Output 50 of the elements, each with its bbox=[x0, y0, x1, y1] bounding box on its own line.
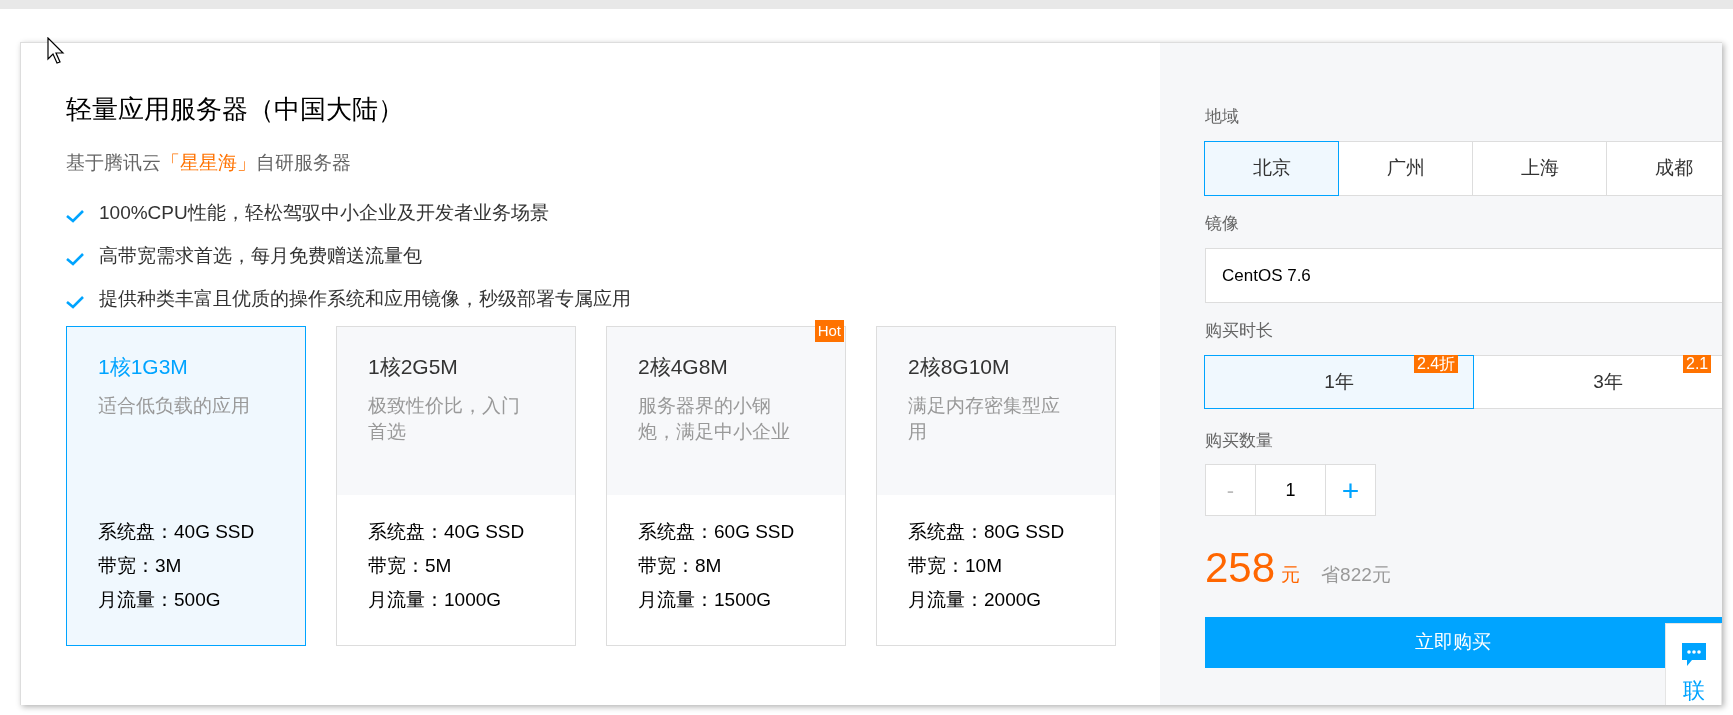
feature-text: 高带宽需求首选，每月免费赠送流量包 bbox=[99, 243, 422, 268]
check-icon bbox=[66, 209, 84, 223]
chat-icon bbox=[1679, 642, 1708, 668]
price-unit: 元 bbox=[1281, 562, 1301, 587]
plan-description: 满足内存密集型应用 bbox=[908, 394, 1061, 444]
spec-text: 月流量：1000G bbox=[368, 588, 503, 612]
spec-text: 系统盘：40G SSD bbox=[98, 520, 256, 544]
feature-text: 提供种类丰富且优质的操作系统和应用镜像，秒级部署专属应用 bbox=[99, 286, 631, 311]
check-icon bbox=[66, 295, 84, 309]
subtitle-text: 基于腾讯云 bbox=[66, 151, 161, 175]
plan-description: 极致性价比，入门首选 bbox=[368, 394, 521, 444]
spec-text: 带宽：5M bbox=[368, 554, 453, 578]
spec-text: 系统盘：40G SSD bbox=[368, 520, 526, 544]
spec-text: 带宽：3M bbox=[98, 554, 183, 578]
discount-badge: 2.1 bbox=[1683, 355, 1712, 373]
plan-card[interactable]: 2核8G10M 满足内存密集型应用 系统盘：80G SSD 带宽：10M 月流量：2000G bbox=[876, 326, 1116, 646]
spec-text: 月流量：1500G bbox=[638, 588, 773, 612]
plan-name: 2核8G10M bbox=[908, 354, 1011, 380]
plan-description: 服务器界的小钢炮，满足中小企业 bbox=[638, 394, 791, 444]
spec-text: 月流量：2000G bbox=[908, 588, 1043, 612]
field-label: 镜像 bbox=[1205, 213, 1240, 235]
page-title: 轻量应用服务器（中国大陆） bbox=[66, 93, 405, 126]
subtitle-text: 自研服务器 bbox=[256, 151, 351, 175]
savings-text: 省822元 bbox=[1321, 562, 1391, 587]
plan-name: 2核4G8M bbox=[638, 354, 729, 380]
highlight-text: 「星星海」 bbox=[161, 151, 256, 175]
region-tab[interactable]: 成都 bbox=[1606, 141, 1722, 196]
region-tab[interactable]: 北京 bbox=[1204, 141, 1339, 196]
plan-description: 适合低负载的应用 bbox=[98, 394, 251, 418]
plan-name: 1核1G3M bbox=[98, 354, 189, 380]
plan-name: 1核2G5M bbox=[368, 354, 459, 380]
discount-badge: 2.4折 bbox=[1414, 355, 1459, 373]
check-icon bbox=[66, 252, 84, 266]
feature-text: 100%CPU性能，轻松驾驭中小企业及开发者业务场景 bbox=[99, 200, 549, 225]
plan-card[interactable]: 1核2G5M 极致性价比，入门首选 系统盘：40G SSD 带宽：5M 月流量：1000G bbox=[336, 326, 576, 646]
region-tab[interactable]: 广州 bbox=[1338, 141, 1473, 196]
spec-text: 带宽：10M bbox=[908, 554, 1003, 578]
spec-text: 系统盘：80G SSD bbox=[908, 520, 1066, 544]
field-label: 购买数量 bbox=[1205, 430, 1274, 452]
image-select[interactable]: CentOS 7.6 bbox=[1205, 248, 1722, 303]
price-amount: 258 bbox=[1205, 546, 1276, 590]
field-label: 购买时长 bbox=[1205, 320, 1274, 342]
region-tab[interactable]: 上海 bbox=[1472, 141, 1607, 196]
hot-badge: Hot bbox=[814, 320, 844, 342]
field-label: 地域 bbox=[1205, 106, 1240, 128]
spec-text: 带宽：8M bbox=[638, 554, 723, 578]
quantity-field[interactable]: 1 bbox=[1255, 464, 1326, 516]
spec-text: 月流量：500G bbox=[98, 588, 222, 612]
spec-text: 系统盘：60G SSD bbox=[638, 520, 796, 544]
plan-card[interactable]: 1核1G3M 适合低负载的应用 系统盘：40G SSD 带宽：3M 月流量：500G bbox=[66, 326, 306, 646]
